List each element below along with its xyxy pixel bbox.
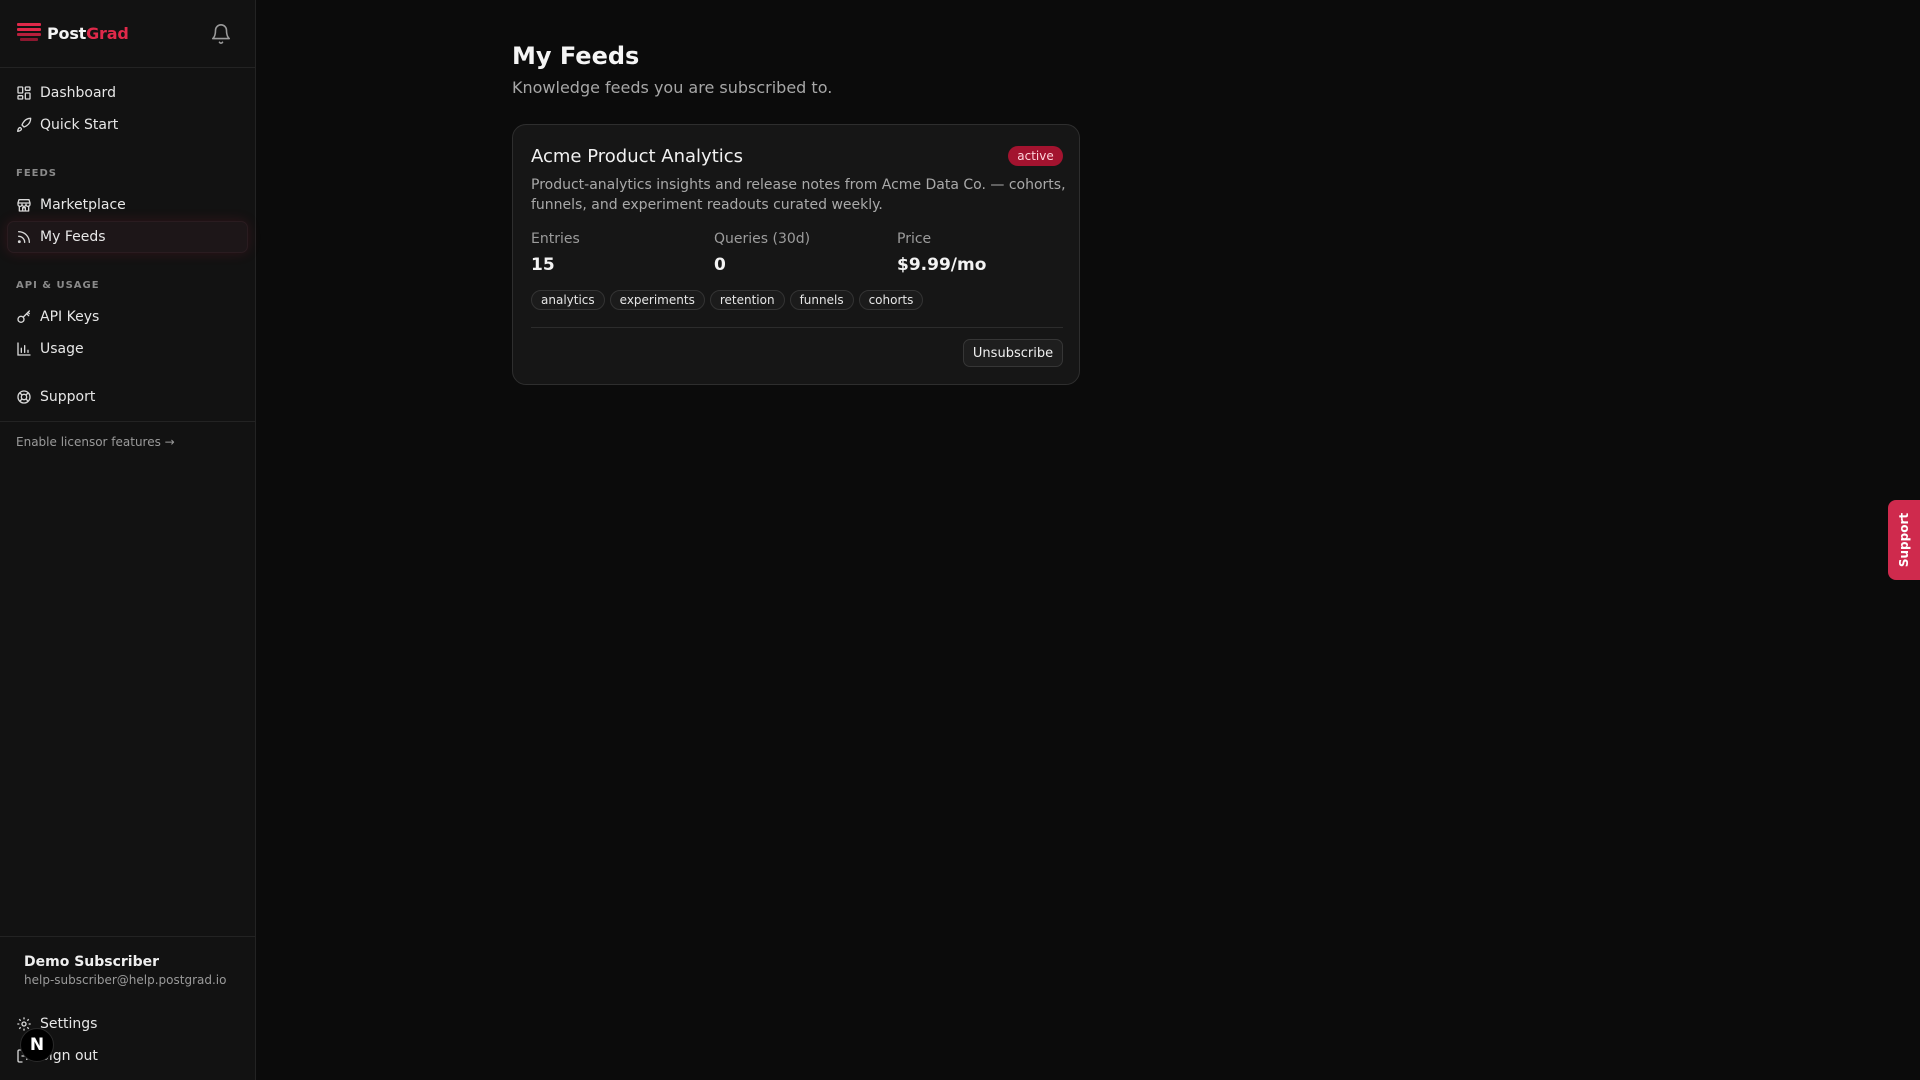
unsubscribe-button[interactable]: Unsubscribe [963, 339, 1063, 367]
tag: analytics [531, 290, 605, 310]
dashboard-icon [17, 86, 31, 100]
brand-name-accent: Grad [86, 24, 129, 43]
store-icon [17, 199, 31, 212]
sidebar-divider [0, 421, 255, 422]
tag-list: analytics experiments retention funnels … [531, 290, 924, 310]
tag: cohorts [858, 290, 924, 310]
sidebar-item-label: Dashboard [40, 85, 116, 101]
tag: experiments [609, 290, 705, 310]
support-tab[interactable]: Support [1888, 500, 1920, 580]
sidebar-divider [0, 936, 255, 937]
sidebar-item-dashboard[interactable]: Dashboard [8, 78, 247, 108]
sidebar-item-quick-start[interactable]: Quick Start [8, 110, 247, 140]
sidebar-item-support[interactable]: Support [8, 382, 247, 412]
stat-value: $9.99/mo [897, 255, 987, 275]
brand-name[interactable]: PostGrad [47, 24, 129, 43]
feed-title[interactable]: Acme Product Analytics [531, 146, 743, 167]
tag: funnels [789, 290, 854, 310]
page-title: My Feeds [512, 42, 640, 70]
app: PostGrad Dashboard Quick Start FEEDS Mar… [0, 0, 1920, 1080]
sidebar-item-label: Quick Start [40, 117, 119, 133]
lifebuoy-icon [17, 390, 31, 404]
sidebar-item-label: My Feeds [40, 229, 106, 245]
sidebar-item-usage[interactable]: Usage [8, 334, 247, 364]
user-email: help-subscriber@help.postgrad.io [24, 973, 227, 987]
section-label-api-usage: API & USAGE [16, 280, 100, 291]
stat-label: Entries [531, 231, 580, 247]
sidebar-item-marketplace[interactable]: Marketplace [8, 190, 247, 220]
postgrad-logo-icon [17, 23, 41, 41]
bar-chart-icon [17, 342, 31, 356]
sidebar-item-label: Usage [40, 341, 84, 357]
key-icon [17, 310, 30, 323]
feed-description: Product-analytics insights and release n… [531, 177, 1066, 213]
section-label-feeds: FEEDS [16, 168, 57, 179]
status-badge: active [1008, 146, 1063, 166]
tag: retention [709, 290, 785, 310]
card-divider [531, 327, 1063, 328]
user-name: Demo Subscriber [24, 954, 160, 970]
stat-entries: Entries 15 [531, 231, 580, 275]
sidebar-item-api-keys[interactable]: API Keys [8, 302, 247, 332]
sidebar-item-label: API Keys [40, 309, 100, 325]
support-tab-label: Support [1897, 512, 1912, 568]
sidebar-item-label: Marketplace [40, 197, 126, 213]
brand-name-primary: Post [47, 24, 87, 43]
stat-value: 15 [531, 255, 555, 275]
stat-price: Price $9.99/mo [897, 231, 986, 275]
rocket-icon [17, 117, 32, 132]
sidebar-item-label: Settings [40, 1016, 98, 1032]
sidebar: PostGrad Dashboard Quick Start FEEDS Mar… [0, 0, 256, 1080]
stat-value: 0 [714, 255, 726, 275]
stat-label: Price [897, 231, 932, 247]
rss-icon [17, 231, 30, 244]
stat-label: Queries (30d) [714, 231, 811, 247]
enable-licensor-link[interactable]: Enable licensor features → [16, 435, 175, 449]
page-subtitle: Knowledge feeds you are subscribed to. [512, 78, 833, 97]
sidebar-item-label: Support [40, 389, 96, 405]
feed-card: Acme Product Analytics active Product-an… [512, 124, 1080, 385]
stat-queries: Queries (30d) 0 [714, 231, 810, 275]
bell-icon[interactable] [210, 23, 232, 45]
sidebar-item-my-feeds[interactable]: My Feeds [8, 222, 247, 252]
brand-row: PostGrad [0, 0, 255, 68]
n-badge[interactable]: N [20, 1028, 54, 1062]
